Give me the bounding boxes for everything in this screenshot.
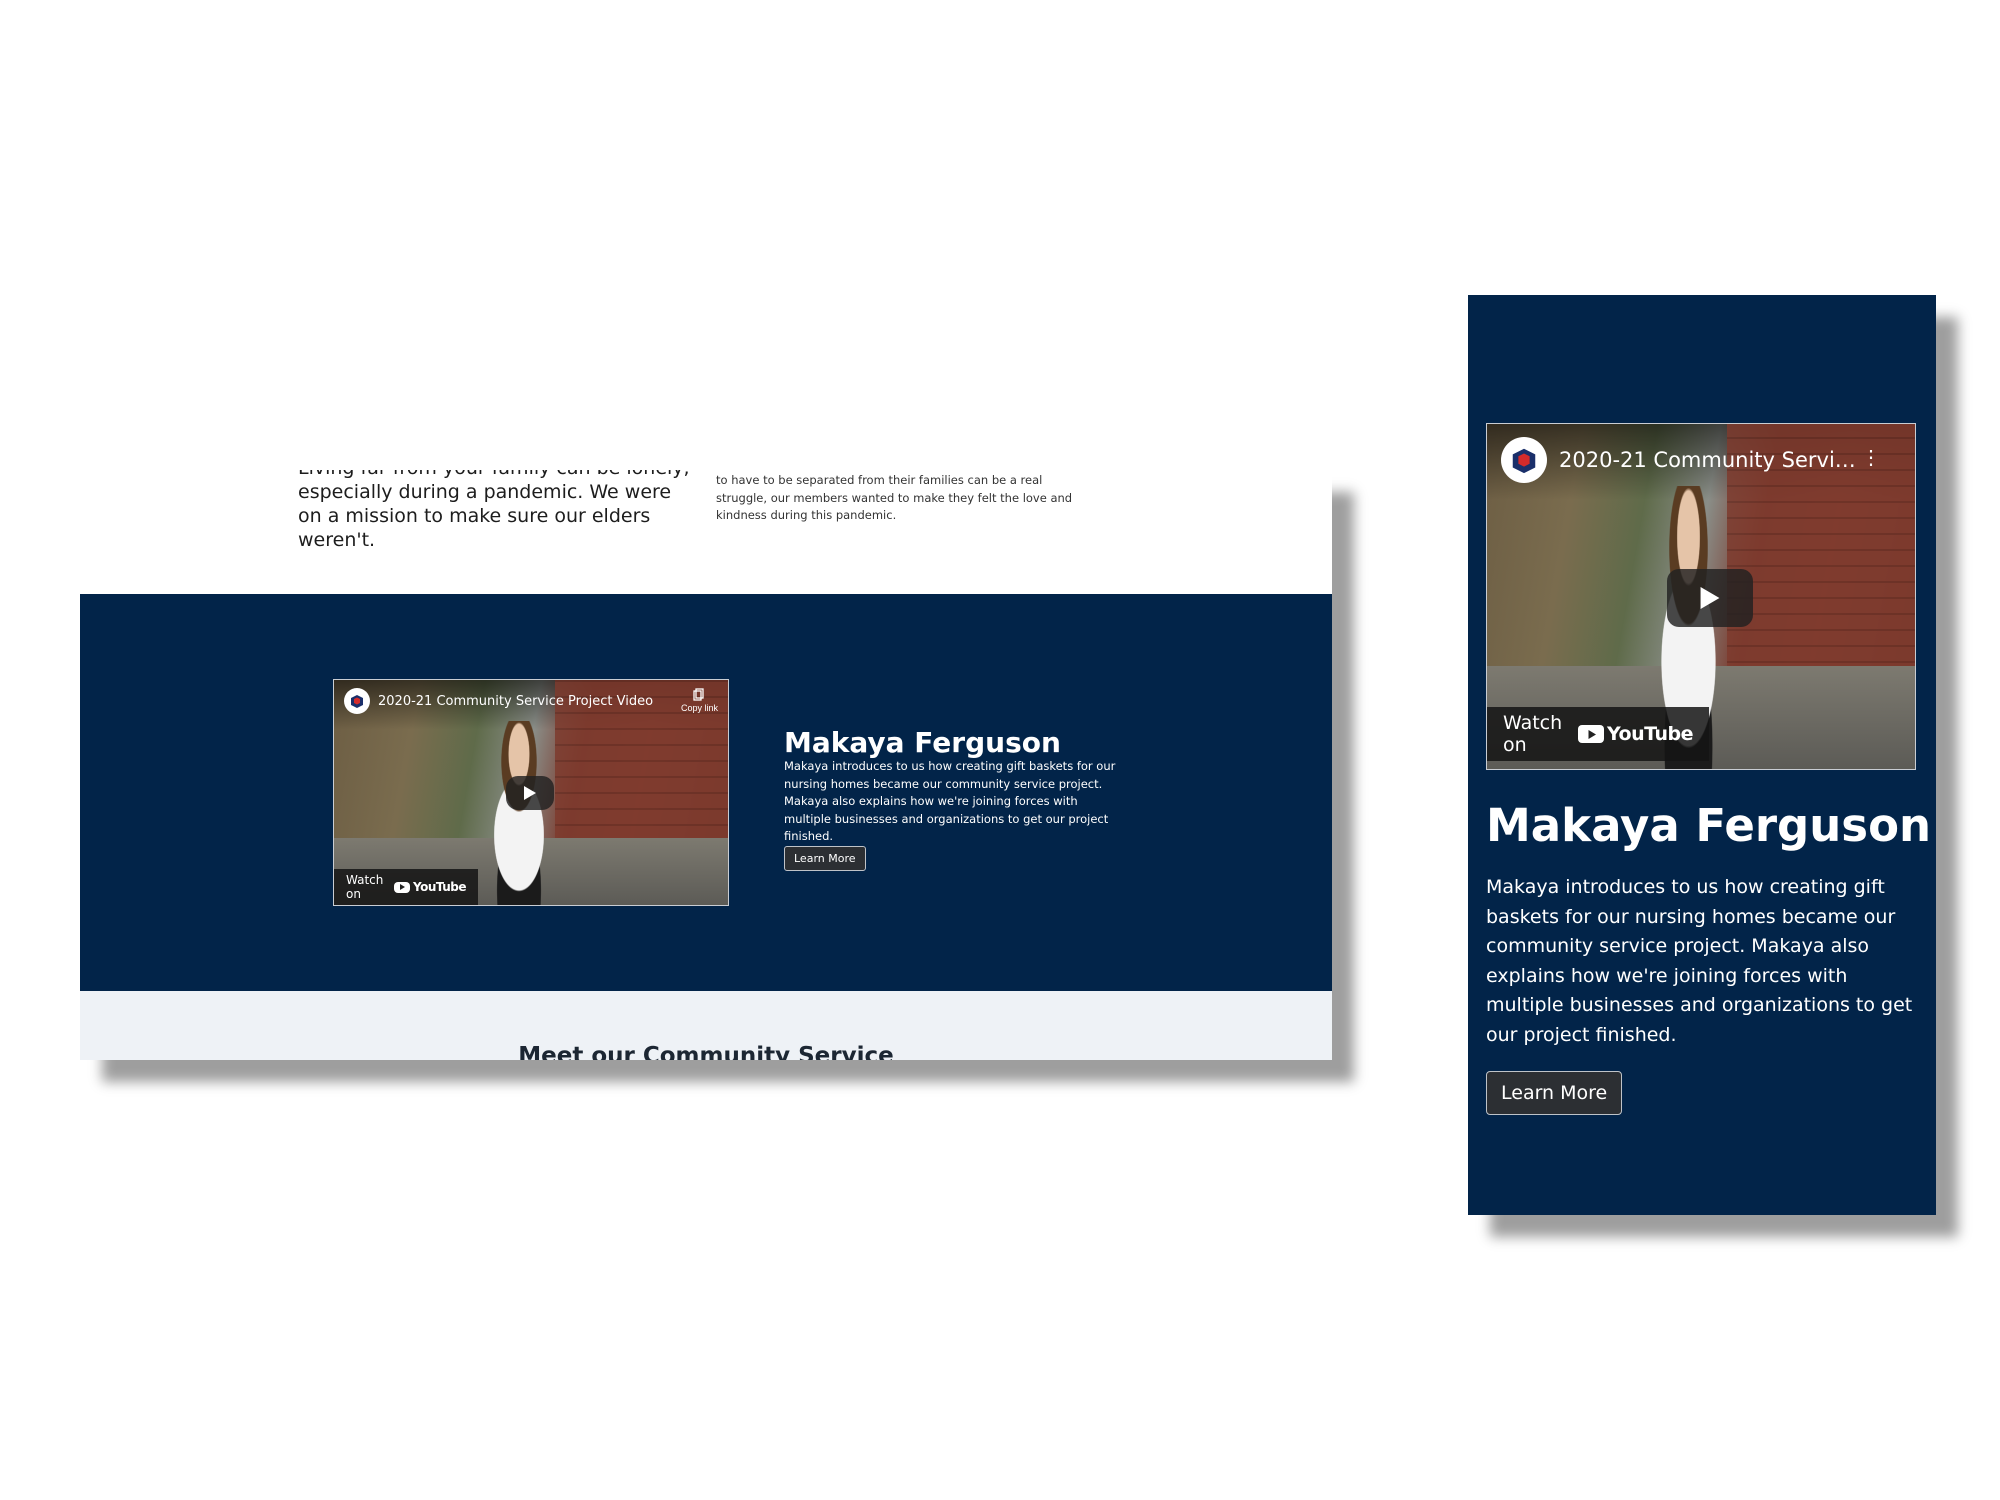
youtube-wordmark: YouTube — [1607, 723, 1693, 745]
watch-on-youtube-button[interactable]: Watch on YouTube — [334, 869, 478, 905]
watch-on-label: Watch on — [346, 873, 384, 901]
watch-on-label: Watch on — [1503, 712, 1563, 756]
profile-description: Makaya introduces to us how creating gif… — [1486, 876, 1913, 1046]
play-icon — [1700, 587, 1720, 609]
video-header: 2020-21 Community Service Project Video — [334, 680, 728, 722]
profile-description: Makaya introduces to us how creating gif… — [784, 759, 1116, 843]
video-thumbnail-person — [467, 720, 571, 905]
channel-logo-icon[interactable] — [1501, 437, 1547, 483]
video-title[interactable]: 2020-21 Community Service Project Video — [378, 694, 658, 709]
copy-link-label: Copy link — [680, 703, 718, 713]
youtube-wordmark: YouTube — [412, 880, 467, 894]
video-profile-section: 2020-21 Community Service Project Video … — [80, 594, 1332, 991]
video-title[interactable]: 2020-21 Community Servic... — [1559, 448, 1859, 472]
section-heading: Meet our Community Service — [518, 1043, 894, 1060]
channel-logo-icon[interactable] — [344, 688, 370, 714]
intro-left-body: especially during a pandemic. We were on… — [298, 481, 672, 551]
more-options-icon[interactable]: ⋮ — [1861, 448, 1881, 468]
youtube-video-embed[interactable]: 2020-21 Community Servic... ⋮ Watch on Y… — [1486, 423, 1916, 770]
play-button[interactable] — [506, 776, 554, 810]
desktop-screenshot: Living far from your family can be lonel… — [80, 470, 1332, 1060]
play-button[interactable] — [1667, 569, 1753, 627]
profile-name: Makaya Ferguson — [784, 726, 1061, 759]
video-header: 2020-21 Community Servic... — [1487, 424, 1915, 496]
watch-on-youtube-button[interactable]: Watch on YouTube — [1487, 707, 1709, 761]
intro-left-text: Living far from your family can be lonel… — [298, 470, 698, 552]
youtube-video-embed[interactable]: 2020-21 Community Service Project Video … — [333, 679, 729, 906]
copy-link-icon — [693, 688, 705, 701]
profile-name: Makaya Ferguson — [1486, 799, 1932, 852]
youtube-logo-icon: YouTube — [393, 880, 467, 894]
play-icon — [524, 786, 536, 800]
community-service-section: Meet our Community Service — [80, 991, 1332, 1060]
intro-left-partial-line: Living far from your family can be lonel… — [298, 470, 690, 479]
youtube-logo-icon: YouTube — [1578, 723, 1693, 745]
learn-more-button[interactable]: Learn More — [1486, 1071, 1623, 1115]
learn-more-button[interactable]: Learn More — [784, 846, 866, 871]
intro-right-text: to have to be separated from their famil… — [716, 473, 1073, 522]
mobile-screenshot: 2020-21 Community Servic... ⋮ Watch on Y… — [1468, 295, 1936, 1215]
copy-link-button[interactable]: Copy link — [681, 688, 718, 713]
